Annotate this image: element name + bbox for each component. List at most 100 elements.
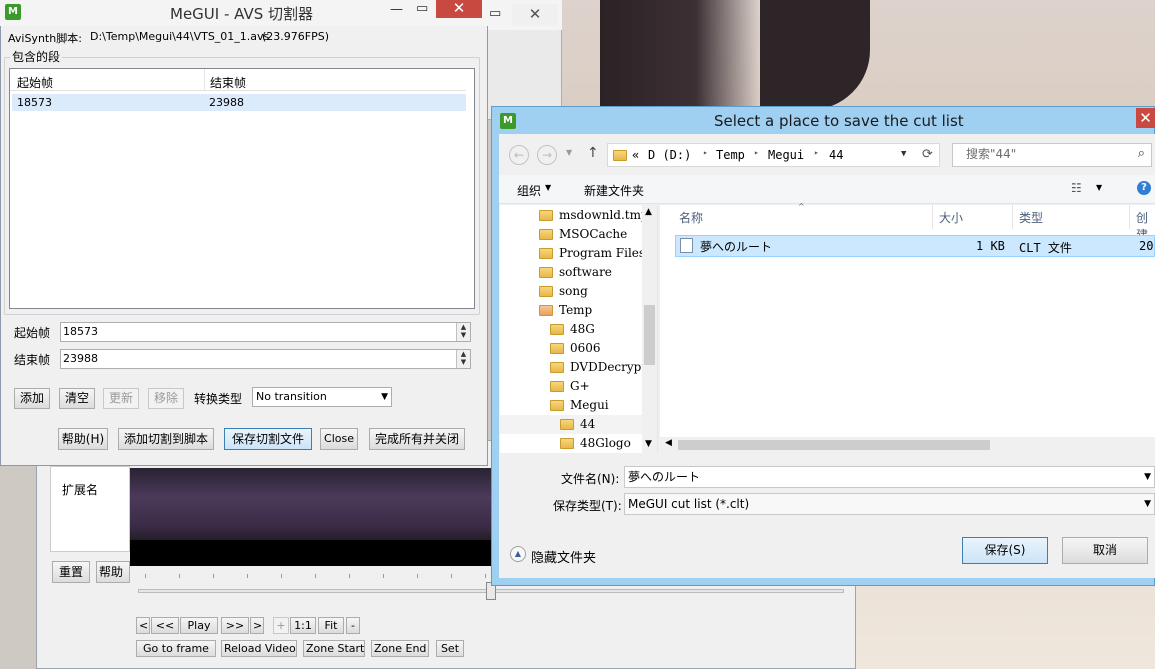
column-divider	[1012, 205, 1013, 229]
filetype-select[interactable]: MeGUI cut list (*.clt) ▼	[624, 493, 1155, 515]
breadcrumb-44[interactable]: 44	[829, 148, 843, 162]
zoom-in-button[interactable]: +	[273, 617, 289, 634]
transition-type-select[interactable]: No transition ▼	[252, 387, 392, 407]
segments-list[interactable]: 起始帧 结束帧 18573 23988	[9, 68, 475, 309]
zone-start-button[interactable]: Zone Start	[303, 640, 365, 657]
folder-icon	[560, 438, 574, 449]
start-frame-label: 起始帧	[14, 326, 51, 340]
column-name[interactable]: 名称	[679, 209, 703, 226]
scroll-up-icon[interactable]: ▲	[645, 207, 652, 217]
file-type: CLT 文件	[1019, 241, 1072, 255]
column-end-frame[interactable]: 结束帧	[210, 74, 246, 91]
list-item[interactable]: 夢へのルート 1 KB CLT 文件 20	[675, 235, 1155, 257]
column-size[interactable]: 大小	[939, 209, 963, 226]
back-icon[interactable]: ←	[509, 145, 529, 165]
save-button[interactable]: 保存(S)	[962, 537, 1048, 564]
filetype-label: 保存类型(T):	[553, 499, 622, 513]
zone-end-button[interactable]: Zone End	[371, 640, 429, 657]
scroll-thumb[interactable]	[644, 305, 655, 365]
play-button[interactable]: Play	[180, 617, 218, 634]
prev-frame-button[interactable]: <	[136, 617, 150, 634]
column-start-frame[interactable]: 起始帧	[17, 74, 53, 91]
up-arrow-icon[interactable]: ↑	[587, 145, 599, 161]
chevron-right-icon[interactable]: ▸	[814, 148, 819, 157]
folder-icon	[550, 400, 564, 411]
organize-menu[interactable]: 组织	[517, 182, 541, 199]
reset-button[interactable]: 重置	[52, 561, 90, 583]
chevron-up-icon[interactable]: ▲	[510, 546, 526, 562]
filename-input[interactable]: 夢へのルート ▼	[624, 466, 1155, 488]
row-end-frame: 23988	[209, 96, 244, 109]
save-cut-file-button[interactable]: 保存切割文件	[224, 428, 312, 450]
fast-forward-button[interactable]: >>	[221, 617, 249, 634]
breadcrumb-overflow[interactable]: «	[632, 148, 639, 162]
tree-scrollbar[interactable]: ▲ ▼	[642, 205, 657, 453]
chevron-right-icon[interactable]: ▸	[703, 148, 708, 157]
column-divider	[204, 69, 205, 91]
tree-item-label: 0606	[570, 341, 601, 355]
set-button[interactable]: Set	[436, 640, 464, 657]
help-icon[interactable]: ?	[1137, 181, 1151, 195]
maximize-icon[interactable]: ▭	[416, 1, 428, 16]
chevron-down-icon[interactable]: ▼	[1144, 467, 1151, 487]
search-icon: ⌕	[1137, 146, 1145, 161]
search-input[interactable]: 搜索"44" ⌕	[952, 143, 1152, 167]
end-frame-label: 结束帧	[14, 353, 51, 367]
chevron-down-icon[interactable]: ▼	[901, 149, 906, 159]
tree-item-label: msdownld.tmp	[559, 208, 642, 222]
clear-button[interactable]: 清空	[59, 388, 95, 409]
update-button[interactable]: 更新	[103, 388, 139, 409]
new-folder-button[interactable]: 新建文件夹	[584, 182, 644, 199]
finish-and-close-button[interactable]: 完成所有并关闭	[369, 428, 465, 450]
scroll-thumb[interactable]	[678, 440, 990, 450]
breadcrumb-megui[interactable]: Megui	[768, 148, 804, 162]
file-list[interactable]: 名称 ^ 大小 类型 创建 夢へのルート 1 KB CLT 文件 20	[660, 202, 1155, 453]
add-button[interactable]: 添加	[14, 388, 50, 409]
maximize-icon[interactable]: ▭	[489, 6, 501, 21]
folder-icon	[550, 381, 564, 392]
forward-icon[interactable]: →	[537, 145, 557, 165]
column-type[interactable]: 类型	[1019, 209, 1043, 226]
view-options-icon[interactable]: ☷	[1071, 181, 1082, 195]
end-frame-input[interactable]: 23988 ▲ ▼	[60, 349, 471, 369]
scroll-down-icon[interactable]: ▼	[645, 439, 652, 449]
zoom-fit-button[interactable]: Fit	[318, 617, 344, 634]
add-cuts-to-script-button[interactable]: 添加切割到脚本	[118, 428, 214, 450]
zoom-out-button[interactable]: -	[346, 617, 360, 634]
refresh-icon[interactable]: ⟳	[922, 147, 933, 162]
help-button-partial[interactable]: 帮助	[96, 561, 130, 583]
close-icon[interactable]: ✕	[512, 4, 558, 26]
remove-button[interactable]: 移除	[148, 388, 184, 409]
reload-video-button[interactable]: Reload Video	[221, 640, 297, 657]
go-to-frame-button[interactable]: Go to frame	[136, 640, 216, 657]
next-frame-button[interactable]: >	[250, 617, 264, 634]
background-window-titlebar: ▭ ✕	[484, 0, 562, 30]
table-row[interactable]: 18573 23988	[12, 94, 466, 111]
scroll-left-icon[interactable]: ◀	[665, 438, 672, 448]
start-frame-input[interactable]: 18573 ▲ ▼	[60, 322, 471, 342]
row-start-frame: 18573	[17, 96, 52, 109]
zoom-1-1-button[interactable]: 1:1	[290, 617, 316, 634]
avisynth-script-path: D:\Temp\Megui\44\VTS_01_1.avs	[90, 30, 270, 43]
breadcrumb-temp[interactable]: Temp	[716, 148, 745, 162]
end-frame-spinner[interactable]: ▲ ▼	[456, 350, 470, 368]
chevron-down-icon[interactable]: ▼	[1144, 494, 1151, 514]
address-bar[interactable]: « D (D:) ▸ Temp ▸ Megui ▸ 44 ▼ ⟳	[607, 143, 940, 167]
file-list-hscrollbar[interactable]: ◀	[660, 437, 1155, 453]
hide-folders-toggle[interactable]: 隐藏文件夹	[531, 547, 596, 566]
chevron-down-icon[interactable]: ▼	[566, 148, 572, 157]
close-button[interactable]: Close	[320, 428, 358, 450]
chevron-down-icon: ▼	[381, 392, 388, 402]
minimize-icon[interactable]: —	[390, 2, 403, 17]
breadcrumb-drive[interactable]: D (D:)	[648, 148, 691, 162]
close-icon[interactable]: ✕	[1136, 108, 1155, 128]
rewind-button[interactable]: <<	[151, 617, 179, 634]
chevron-down-icon[interactable]: ▼	[1096, 183, 1102, 192]
help-button[interactable]: 帮助(H)	[58, 428, 108, 450]
list-header: 起始帧 结束帧	[10, 69, 466, 91]
chevron-right-icon[interactable]: ▸	[754, 148, 759, 157]
cancel-button[interactable]: 取消	[1062, 537, 1148, 564]
close-icon[interactable]: ✕	[436, 0, 482, 18]
start-frame-spinner[interactable]: ▲ ▼	[456, 323, 470, 341]
chevron-down-icon[interactable]: ▼	[545, 183, 551, 192]
